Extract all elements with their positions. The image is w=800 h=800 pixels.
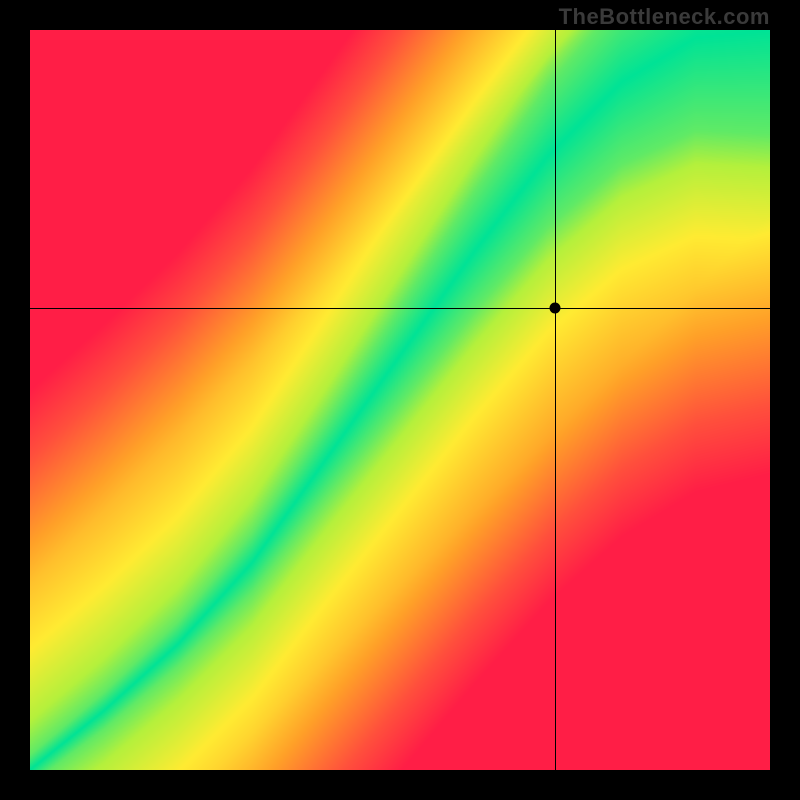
crosshair-vertical <box>555 30 556 770</box>
watermark-text: TheBottleneck.com <box>559 4 770 30</box>
crosshair-horizontal <box>30 308 770 309</box>
selection-marker <box>550 302 561 313</box>
bottleneck-heatmap <box>30 30 770 770</box>
chart-frame: TheBottleneck.com <box>0 0 800 800</box>
